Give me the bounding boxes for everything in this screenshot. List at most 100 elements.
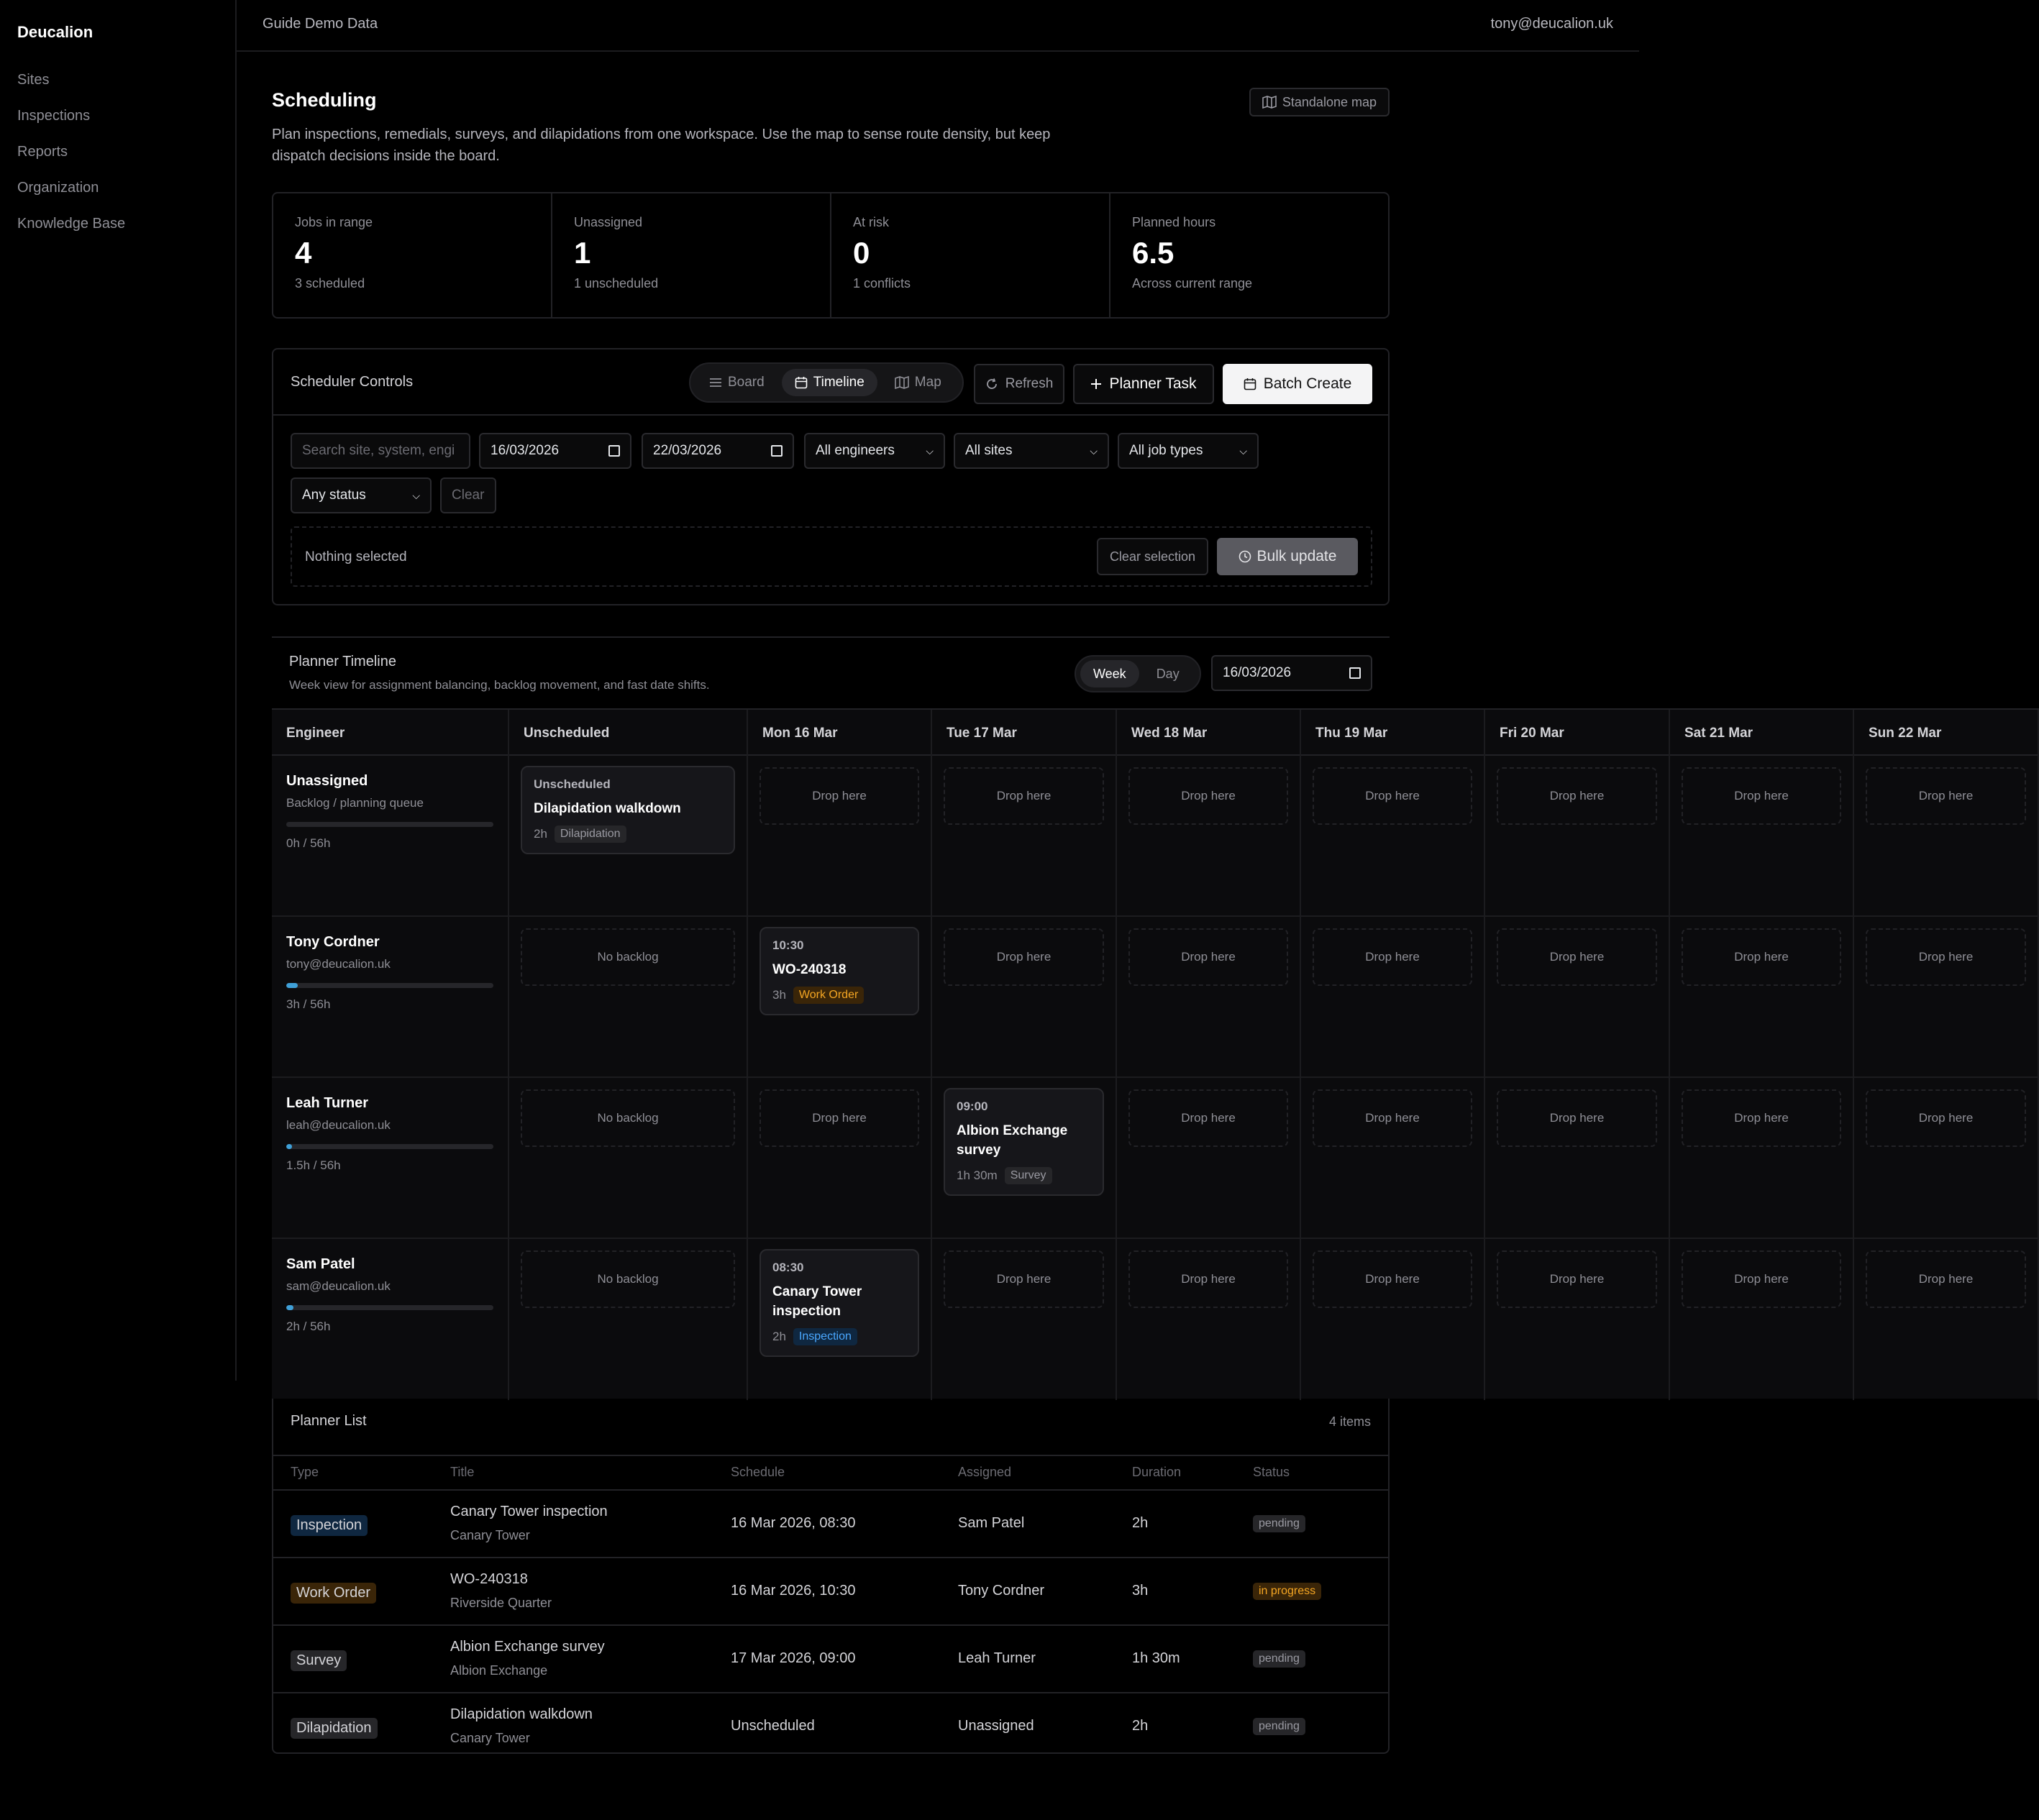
drop-zone[interactable]: Drop here [1497,1250,1657,1308]
planner-list-row[interactable]: Survey Albion Exchange survey Albion Exc… [273,1626,1388,1693]
column-fri: Fri 20 Mar [1485,710,1670,757]
job-card[interactable]: 10:30 WO-240318 3h Work Order [760,927,919,1015]
row-site: Canary Tower [450,1731,530,1745]
stat-planned-hours: Planned hours 6.5 Across current range [1110,193,1388,317]
brand-logo[interactable]: Deucalion [17,23,93,42]
row-assigned: Tony Cordner [958,1583,1045,1599]
drop-zone[interactable]: Drop here [944,1250,1104,1308]
engineer-name: Tony Cordner [286,934,380,950]
drop-zone[interactable]: Drop here [1682,1089,1841,1147]
no-backlog-zone[interactable]: No backlog [521,1089,735,1147]
clock-icon [1239,550,1251,563]
sidebar-item-organization[interactable]: Organization [17,175,125,211]
site-select[interactable]: All sites ⌵ [954,433,1109,469]
sidebar-item-inspections[interactable]: Inspections [17,104,125,140]
sidebar-item-sites[interactable]: Sites [17,68,125,104]
row-title: Canary Tower inspection [450,1504,608,1519]
sidebar-item-knowledge-base[interactable]: Knowledge Base [17,211,125,247]
refresh-label: Refresh [1005,376,1054,391]
drop-zone[interactable]: Drop here [1497,767,1657,825]
controls-title: Scheduler Controls [291,374,414,390]
backlog-cell: No backlog [509,917,748,1078]
job-card-duration: 3h [772,988,786,1002]
calendar-icon [771,445,783,457]
column-wed: Wed 18 Mar [1117,710,1301,757]
status-select[interactable]: Any status ⌵ [291,477,432,513]
drop-zone[interactable]: Drop here [1128,767,1288,825]
user-menu[interactable]: tony@deucalion.uk [1491,16,1613,32]
timeline-row-sam-patel: Sam Patel sam@deucalion.uk 2h / 56h No b… [272,1239,2039,1400]
engineer-load-bar [286,822,493,827]
drop-zone[interactable]: Drop here [1866,928,2026,986]
drop-zone[interactable]: Drop here [1866,1089,2026,1147]
drop-zone[interactable]: Drop here [1866,767,2026,825]
job-card-duration: 2h [534,827,547,841]
header-type: Type [291,1465,319,1479]
date-to-value: 22/03/2026 [653,443,722,458]
engineer-select[interactable]: All engineers ⌵ [804,433,945,469]
view-board-button[interactable]: Board [696,369,777,396]
job-card[interactable]: Unscheduled Dilapidation walkdown 2h Dil… [521,766,735,854]
drop-zone[interactable]: Drop here [1313,767,1472,825]
clear-filters-button[interactable]: Clear [440,477,496,513]
day-cell: Drop here [1117,1078,1301,1239]
date-from-input[interactable]: 16/03/2026 [479,433,631,469]
drop-zone[interactable]: Drop here [1128,928,1288,986]
calendar-icon [1244,378,1256,390]
tenant-name[interactable]: Guide Demo Data [263,16,378,32]
drop-zone[interactable]: Drop here [1497,928,1657,986]
selection-bar: Nothing selected Clear selection Bulk up… [291,526,1372,587]
row-site: Albion Exchange [450,1663,548,1678]
drop-zone[interactable]: Drop here [760,767,919,825]
view-timeline-button[interactable]: Timeline [781,369,877,396]
date-to-input[interactable]: 22/03/2026 [642,433,794,469]
day-cell: Drop here [1301,917,1485,1078]
row-title: Albion Exchange survey [450,1639,605,1655]
job-type-select[interactable]: All job types ⌵ [1118,433,1259,469]
drop-zone[interactable]: Drop here [760,1089,919,1147]
planner-list-row[interactable]: Dilapidation Dilapidation walkdown Canar… [273,1693,1388,1761]
planner-list-row[interactable]: Inspection Canary Tower inspection Canar… [273,1491,1388,1558]
planner-list: Planner List 4 items Type Title Schedule… [272,1399,1390,1754]
drop-zone[interactable]: Drop here [1866,1250,2026,1308]
drop-zone[interactable]: Drop here [1682,928,1841,986]
drop-zone[interactable]: Drop here [1682,1250,1841,1308]
sidebar-item-reports[interactable]: Reports [17,140,125,175]
stat-sub: 1 conflicts [853,276,911,291]
day-cell: Drop here [1301,1078,1485,1239]
engineer-load-bar [286,983,493,988]
batch-create-button[interactable]: Batch Create [1223,364,1372,404]
clear-selection-button[interactable]: Clear selection [1096,538,1208,575]
stat-value: 0 [853,236,870,270]
mode-week-button[interactable]: Week [1080,660,1139,687]
calendar-icon [1349,667,1361,679]
selection-status: Nothing selected [305,549,407,564]
job-card[interactable]: 08:30 Canary Tower inspection 2h Inspect… [760,1249,919,1357]
mode-day-button[interactable]: Day [1144,660,1192,687]
job-card[interactable]: 09:00 Albion Exchange survey 1h 30m Surv… [944,1088,1104,1196]
header-title: Title [450,1465,475,1479]
planner-task-button[interactable]: Planner Task [1073,364,1214,404]
drop-zone[interactable]: Drop here [1313,928,1472,986]
drop-zone[interactable]: Drop here [1313,1089,1472,1147]
timeline-date-input[interactable]: 16/03/2026 [1211,655,1372,691]
drop-zone[interactable]: Drop here [1497,1089,1657,1147]
drop-zone[interactable]: Drop here [1682,767,1841,825]
bulk-update-button[interactable]: Bulk update [1217,538,1358,575]
no-backlog-zone[interactable]: No backlog [521,928,735,986]
page-description: Plan inspections, remedials, surveys, an… [272,127,1051,164]
view-map-button[interactable]: Map [882,369,954,396]
drop-zone[interactable]: Drop here [944,767,1104,825]
drop-zone[interactable]: Drop here [1313,1250,1472,1308]
drop-zone[interactable]: Drop here [1128,1250,1288,1308]
view-board-label: Board [728,375,765,390]
standalone-map-button[interactable]: Standalone map [1249,88,1390,116]
drop-zone[interactable]: Drop here [1128,1089,1288,1147]
planner-list-row[interactable]: Work Order WO-240318 Riverside Quarter 1… [273,1558,1388,1626]
day-cell: Drop here [748,1078,932,1239]
no-backlog-zone[interactable]: No backlog [521,1250,735,1308]
day-cell: Drop here [1485,917,1670,1078]
drop-zone[interactable]: Drop here [944,928,1104,986]
refresh-button[interactable]: Refresh [974,364,1064,404]
search-input[interactable]: Search site, system, engi [291,433,470,469]
